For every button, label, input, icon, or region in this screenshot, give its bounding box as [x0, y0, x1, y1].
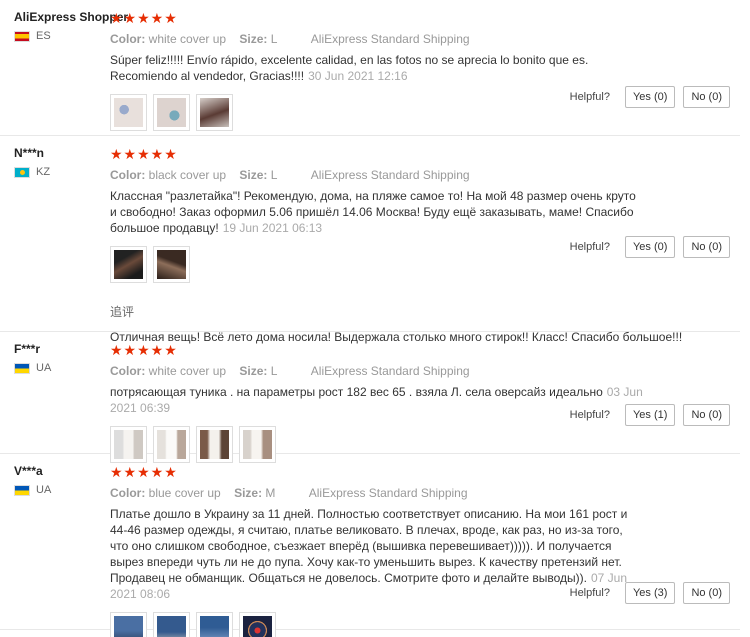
- reviewer-name: F***r: [14, 342, 41, 356]
- review-meta: Color: black cover up Size: L AliExpress…: [110, 168, 740, 182]
- rating-stars: ★★★★★: [110, 342, 178, 358]
- size-label: Size:: [234, 486, 263, 500]
- shipping-method: AliExpress Standard Shipping: [308, 486, 468, 500]
- size-label: Size:: [239, 168, 268, 182]
- reviewer-name: V***a: [14, 464, 43, 478]
- size-label: Size:: [239, 32, 268, 46]
- review-photo[interactable]: [110, 94, 147, 131]
- helpful-label: Helpful?: [569, 409, 610, 421]
- reviewer-name: AliExpress Shopper: [14, 10, 129, 24]
- review-date: 19 Jun 2021 06:13: [222, 221, 323, 235]
- color-value: black cover up: [148, 168, 227, 182]
- country-code: UA: [36, 484, 52, 496]
- review-content: ★★★★★ Color: white cover up Size: L AliE…: [110, 10, 740, 131]
- review-photos: [110, 612, 740, 637]
- review-date: 30 Jun 2021 12:16: [308, 69, 408, 83]
- review-meta: Color: blue cover up Size: M AliExpress …: [110, 486, 740, 500]
- review-body: Платье дошло в Украину за 11 дней. Полно…: [110, 507, 628, 585]
- helpful-label: Helpful?: [569, 241, 610, 253]
- rating-stars: ★★★★★: [110, 10, 178, 26]
- color-value: blue cover up: [148, 486, 221, 500]
- reviewer-country: ES: [14, 30, 109, 42]
- country-code: ES: [36, 30, 51, 42]
- helpful-no-button[interactable]: No (0): [683, 236, 730, 258]
- followup-title: 追评: [110, 305, 135, 319]
- helpful-yes-button[interactable]: Yes (0): [624, 236, 676, 258]
- review-photo[interactable]: [196, 94, 233, 131]
- review-body: потрясающая туника . на параметры рост 1…: [110, 385, 603, 399]
- ukraine-flag-icon: [14, 362, 30, 374]
- color-value: white cover up: [148, 364, 227, 378]
- helpful-no-button[interactable]: No (0): [683, 582, 730, 604]
- review-photo[interactable]: [153, 246, 190, 283]
- reviewer-info: F***r UA: [14, 342, 109, 374]
- color-label: Color:: [110, 168, 146, 182]
- helpful-yes-button[interactable]: Yes (1): [624, 404, 676, 426]
- ukraine-flag-icon: [14, 484, 30, 496]
- helpful-label: Helpful?: [569, 587, 610, 599]
- size-value: L: [270, 168, 278, 182]
- rating-stars: ★★★★★: [110, 464, 178, 480]
- shipping-method: AliExpress Standard Shipping: [310, 32, 470, 46]
- review-item: F***r UA ★★★★★ Color: white cover up Siz…: [0, 332, 740, 463]
- size-value: L: [270, 32, 278, 46]
- review-photo[interactable]: [110, 246, 147, 283]
- review-photo[interactable]: [153, 94, 190, 131]
- helpful-votes: Helpful? Yes (3) No (0): [570, 582, 730, 604]
- review-text: Платье дошло в Украину за 11 дней. Полно…: [110, 506, 640, 602]
- helpful-no-button[interactable]: No (0): [683, 86, 730, 108]
- shipping-method: AliExpress Standard Shipping: [310, 168, 470, 182]
- review-content: ★★★★★ Color: white cover up Size: L AliE…: [110, 342, 740, 463]
- review-item: N***n KZ ★★★★★ Color: black cover up Siz…: [0, 136, 740, 344]
- helpful-votes: Helpful? Yes (1) No (0): [570, 404, 730, 426]
- reviewer-country: UA: [14, 362, 109, 374]
- size-value: M: [265, 486, 276, 500]
- reviewer-info: V***a UA: [14, 464, 109, 496]
- color-label: Color:: [110, 486, 146, 500]
- review-item: V***a UA ★★★★★ Color: blue cover up Size…: [0, 454, 740, 637]
- review-text: Классная "разлетайка"! Рекомендую, дома,…: [110, 188, 640, 236]
- helpful-label: Helpful?: [569, 91, 610, 103]
- review-photo[interactable]: [239, 612, 276, 637]
- review-body: Классная "разлетайка"! Рекомендую, дома,…: [110, 189, 636, 235]
- helpful-votes: Helpful? Yes (0) No (0): [570, 86, 730, 108]
- review-photo[interactable]: [196, 612, 233, 637]
- country-code: KZ: [36, 166, 51, 178]
- reviewer-info: AliExpress Shopper ES: [14, 10, 129, 42]
- color-label: Color:: [110, 364, 146, 378]
- shipping-method: AliExpress Standard Shipping: [310, 364, 470, 378]
- size-label: Size:: [239, 364, 268, 378]
- review-photo[interactable]: [153, 612, 190, 637]
- helpful-yes-button[interactable]: Yes (0): [624, 86, 676, 108]
- review-item: AliExpress Shopper ES ★★★★★ Color: white…: [0, 0, 740, 136]
- helpful-votes: Helpful? Yes (0) No (0): [570, 236, 730, 258]
- rating-stars: ★★★★★: [110, 146, 178, 162]
- color-label: Color:: [110, 32, 146, 46]
- helpful-yes-button[interactable]: Yes (3): [624, 582, 676, 604]
- country-code: UA: [36, 362, 52, 374]
- color-value: white cover up: [148, 32, 227, 46]
- size-value: L: [270, 364, 278, 378]
- review-meta: Color: white cover up Size: L AliExpress…: [110, 32, 740, 46]
- reviewer-country: KZ: [14, 166, 109, 178]
- reviewer-country: UA: [14, 484, 109, 496]
- reviewer-info: N***n KZ: [14, 146, 109, 178]
- review-meta: Color: white cover up Size: L AliExpress…: [110, 364, 740, 378]
- reviewer-name: N***n: [14, 146, 45, 160]
- review-content: ★★★★★ Color: blue cover up Size: M AliEx…: [110, 464, 740, 637]
- kazakhstan-flag-icon: [14, 166, 30, 178]
- spain-flag-icon: [14, 30, 30, 42]
- review-photo[interactable]: [110, 612, 147, 637]
- helpful-no-button[interactable]: No (0): [683, 404, 730, 426]
- review-text: Súper feliz!!!!! Envío rápido, excelente…: [110, 52, 640, 84]
